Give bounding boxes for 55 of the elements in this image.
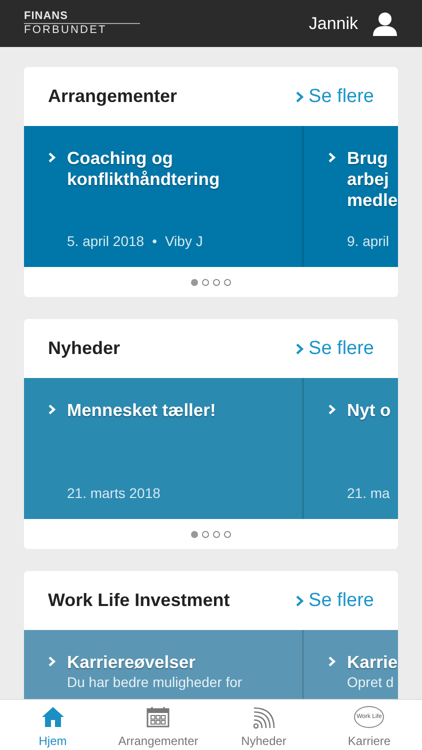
- see-more-link[interactable]: Se flere: [294, 86, 374, 108]
- tab[interactable]: Hjem: [0, 700, 106, 750]
- page-dot[interactable]: [202, 530, 209, 538]
- see-more-link[interactable]: Se flere: [294, 338, 374, 360]
- page-dot[interactable]: [213, 530, 220, 538]
- chevron-icon: [328, 152, 336, 163]
- page-dot[interactable]: [224, 278, 231, 286]
- page-dot[interactable]: [191, 278, 198, 286]
- chevron-icon: [48, 404, 56, 415]
- slide-card[interactable]: Brug arbej medle 9. april: [304, 126, 398, 267]
- user-name[interactable]: Jannik: [308, 14, 358, 34]
- calendar-icon: [146, 706, 170, 728]
- slide-card[interactable]: Nyt o 21. ma: [304, 378, 398, 519]
- see-more-link[interactable]: Se flere: [294, 590, 374, 612]
- tab[interactable]: Arrangementer: [106, 700, 211, 750]
- slide-title: Brug: [347, 148, 389, 169]
- chevron-icon: [328, 404, 336, 415]
- slide-card[interactable]: Karriereøvelser Du har bedre muligheder for: [24, 630, 304, 699]
- slide-title: konflikthåndtering: [67, 169, 220, 190]
- chevron-icon: [294, 342, 304, 354]
- section-title: Work Life Investment: [48, 590, 230, 611]
- chevron-icon: [48, 152, 56, 163]
- chevron-icon: [48, 656, 56, 667]
- slide-meta: Viby J: [164, 233, 203, 249]
- tab[interactable]: Nyheder: [211, 700, 316, 750]
- slide-meta: 21. ma: [347, 485, 390, 501]
- page-dot[interactable]: [224, 530, 231, 538]
- chevron-icon: [294, 594, 304, 606]
- slide-meta: 5. april 2018: [67, 233, 144, 249]
- page-dot[interactable]: [213, 278, 220, 286]
- slide-text: Opret d: [347, 673, 395, 692]
- home-icon: [40, 706, 65, 728]
- logo[interactable]: FINANS FORBUNDET: [24, 11, 140, 36]
- slide-title: Mennesket tæller!: [67, 400, 216, 421]
- slide-meta: 9. april: [347, 233, 390, 249]
- slide-card[interactable]: Coaching og konflikthåndtering 5. april 2018 • Viby J: [24, 126, 304, 267]
- section-title: Arrangementer: [48, 86, 178, 107]
- slide-title: arbej: [347, 169, 390, 190]
- slide-title: Coaching og: [67, 148, 174, 169]
- signal-icon: [252, 706, 276, 730]
- slide-card[interactable]: Mennesket tæller! 21. marts 2018: [24, 378, 304, 519]
- user-icon[interactable]: [372, 12, 398, 36]
- page-dot[interactable]: [202, 278, 209, 286]
- section-title: Nyheder: [48, 338, 120, 359]
- slide-text: Du har bedre muligheder for: [67, 673, 242, 692]
- chevron-icon: [328, 656, 336, 667]
- slide-title: medle: [347, 190, 398, 211]
- slide-meta: •: [152, 233, 157, 249]
- slide-card[interactable]: Karrie Opret d: [304, 630, 398, 699]
- slide-title: Karriereøvelser: [67, 652, 196, 673]
- page-dot[interactable]: [191, 530, 198, 538]
- slide-title: Karrie: [347, 652, 398, 673]
- slide-meta: 21. marts 2018: [67, 485, 160, 501]
- chevron-icon: [294, 90, 304, 102]
- slide-title: Nyt o: [347, 400, 391, 421]
